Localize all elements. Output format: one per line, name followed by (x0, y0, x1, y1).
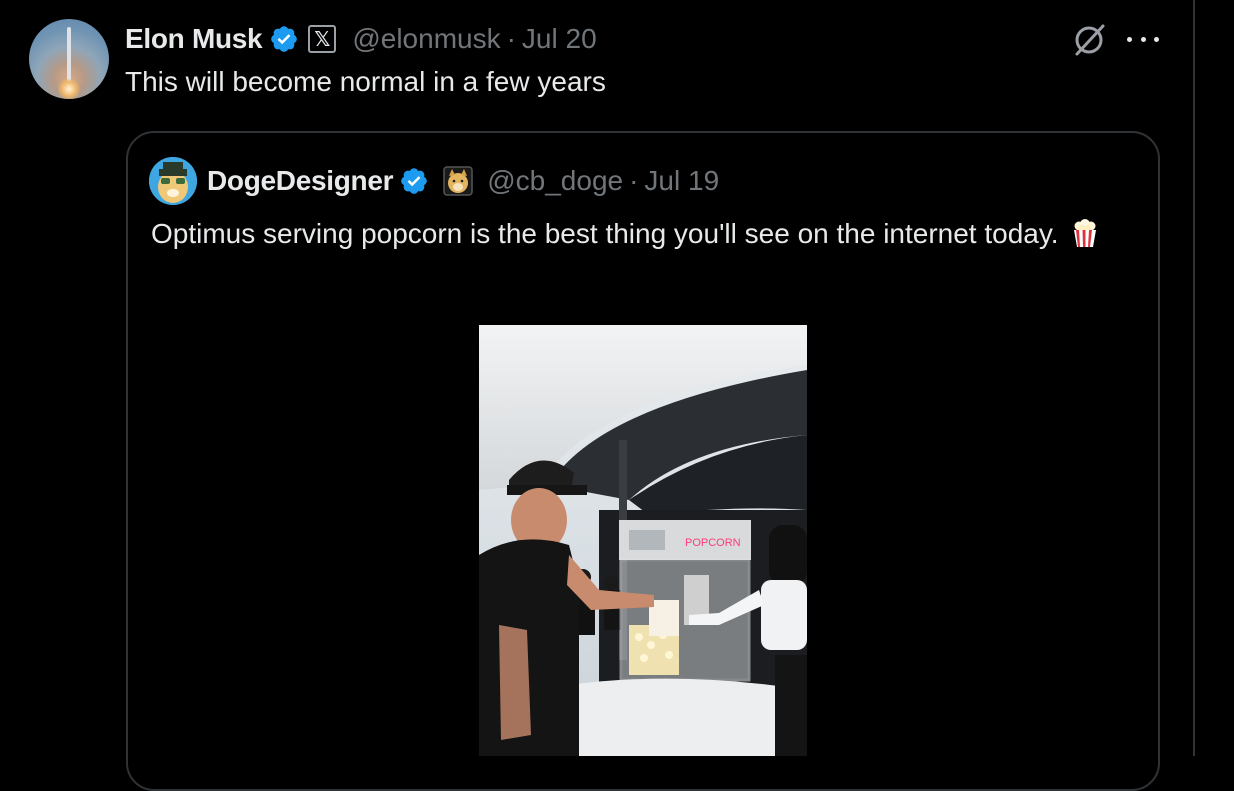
optimus-popcorn-scene: POPCORN (479, 325, 807, 756)
quoted-tweet-text-content: Optimus serving popcorn is the best thin… (151, 218, 1059, 249)
popcorn-icon (1074, 219, 1097, 247)
popcorn-sign: POPCORN (685, 537, 741, 549)
quoted-author-avatar[interactable] (149, 157, 197, 205)
quoted-tweet-header: DogeDesigner @cb_doge · Jul 19 (207, 161, 719, 201)
more-icon[interactable] (1127, 30, 1159, 48)
tweet-header: Elon Musk 𝕏 @elonmusk · Jul 20 (125, 20, 597, 58)
doge-affiliate-badge-icon[interactable] (443, 166, 473, 196)
tweet-date[interactable]: Jul 20 (522, 23, 597, 55)
verified-badge-icon[interactable] (269, 24, 299, 54)
quoted-tweet-text: Optimus serving popcorn is the best thin… (151, 214, 1111, 254)
separator-dot: · (506, 23, 516, 54)
quoted-author-handle[interactable]: @cb_doge (487, 165, 623, 197)
author-name[interactable]: Elon Musk (125, 23, 263, 55)
separator-dot: · (629, 165, 639, 196)
rocket-image (67, 27, 71, 85)
more-dot (1154, 36, 1159, 42)
rocket-plume (57, 79, 81, 99)
tweet-text: This will become normal in a few years (125, 66, 606, 97)
timeline-column-divider (1193, 0, 1195, 756)
quoted-tweet-date[interactable]: Jul 19 (644, 165, 719, 197)
grok-icon[interactable] (1071, 22, 1107, 58)
x-logo-badge-icon[interactable]: 𝕏 (308, 25, 337, 53)
verified-badge-icon[interactable] (399, 166, 429, 196)
more-dot (1127, 36, 1132, 42)
tweet-media-video[interactable]: POPCORN (479, 325, 807, 756)
author-avatar[interactable] (29, 19, 109, 99)
more-dot (1140, 36, 1146, 42)
doge-avatar-image (149, 157, 197, 205)
quoted-author-name[interactable]: DogeDesigner (207, 165, 394, 197)
author-handle[interactable]: @elonmusk (352, 23, 500, 55)
